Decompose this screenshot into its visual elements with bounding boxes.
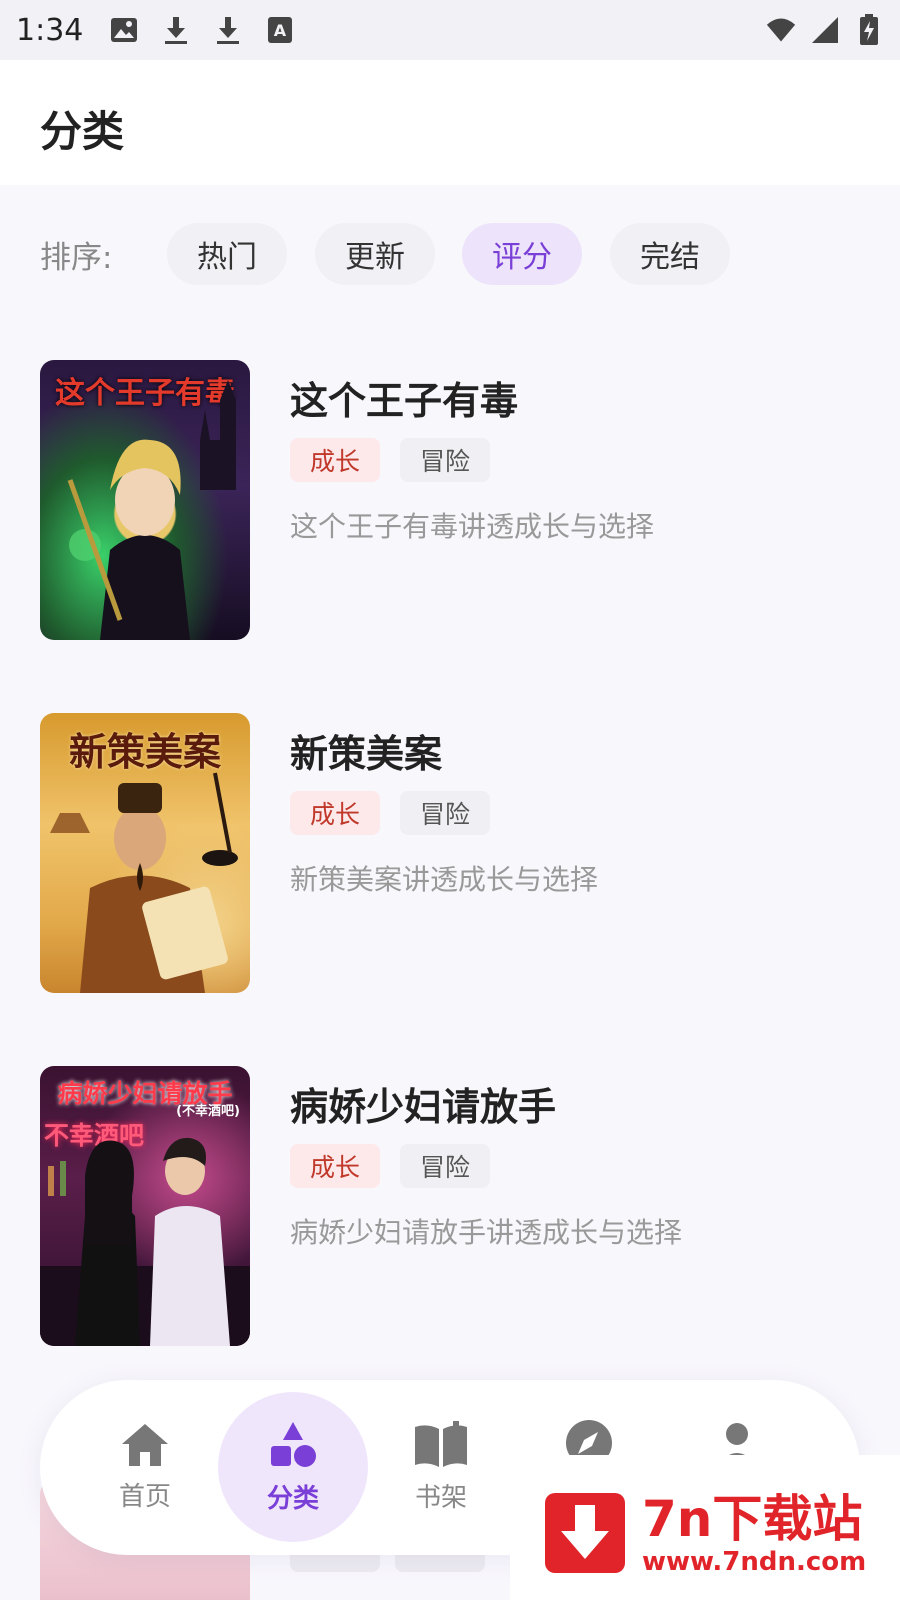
book-cover[interactable]: 新策美案 (40, 713, 250, 993)
sort-option-updated[interactable]: 更新 (315, 223, 435, 285)
tag-growth[interactable]: 成长 (290, 791, 381, 835)
notification-icons: A (109, 15, 295, 45)
nav-label: 书架 (414, 1483, 467, 1513)
tag-growth[interactable]: 成长 (290, 1144, 381, 1188)
nav-label: 首页 (118, 1482, 171, 1512)
book-title[interactable]: 病娇少妇请放手 (290, 1076, 556, 1131)
book-item[interactable]: 新策美案 新策美案 成长 冒险 新策美案讲透成长与选择 (40, 713, 860, 993)
category-icon (271, 1422, 316, 1467)
status-bar: 1:34 A (0, 0, 900, 60)
cover-illustration (67, 380, 236, 640)
watermark-logo (545, 1493, 625, 1573)
watermark-name: 7n下载站 (642, 1490, 863, 1548)
book-cover[interactable]: 这个王子有毒 (40, 360, 250, 640)
book-cover[interactable]: 病娇少妇请放手 (不幸酒吧) 不幸酒吧 (40, 1066, 250, 1346)
watermark-url: www.7ndn.com (642, 1547, 867, 1577)
book-tags: 成长 冒险 (290, 1144, 491, 1188)
status-time: 1:34 (16, 12, 84, 48)
book-tags: 成长 冒险 (290, 438, 491, 482)
bookshelf-icon (415, 1421, 467, 1467)
wifi-icon (766, 15, 796, 45)
tag-adventure[interactable]: 冒险 (400, 438, 491, 482)
signal-icon (810, 15, 840, 45)
sort-option-hot[interactable]: 热门 (167, 223, 287, 285)
book-item[interactable]: 这个王子有毒 这个王子有毒 成长 冒险 这个王子有毒讲透成长与选择 (40, 360, 860, 640)
watermark: 7n下载站 www.7ndn.com (510, 1455, 900, 1600)
book-description: 病娇少妇请放手讲透成长与选择 (290, 1216, 683, 1249)
cover-illustration (40, 1137, 250, 1346)
nav-home[interactable]: 首页 (70, 1380, 220, 1555)
sort-option-completed[interactable]: 完结 (610, 223, 730, 285)
svg-text:A: A (274, 21, 287, 40)
cover-illustration (50, 772, 238, 993)
download-icon (161, 15, 191, 45)
book-description: 这个王子有毒讲透成长与选择 (290, 510, 655, 543)
font-icon: A (265, 15, 295, 45)
home-icon (122, 1424, 168, 1466)
book-item[interactable]: 病娇少妇请放手 (不幸酒吧) 不幸酒吧 病娇少妇请放手 成长 冒险 病娇少妇请放… (40, 1066, 860, 1346)
battery-charging-icon (854, 14, 884, 45)
image-icon (109, 15, 139, 45)
nav-bookshelf[interactable]: 书架 (366, 1380, 516, 1555)
page-title: 分类 (40, 107, 125, 156)
book-title[interactable]: 这个王子有毒 (290, 370, 518, 425)
sort-bar: 排序: 热门 更新 评分 完结 (0, 222, 900, 286)
sort-label: 排序: (40, 239, 113, 276)
download-arrow-icon (561, 1505, 609, 1559)
book-tags: 成长 冒险 (290, 791, 491, 835)
download-icon (213, 15, 243, 45)
tag-adventure[interactable]: 冒险 (400, 1144, 491, 1188)
sort-option-rating[interactable]: 评分 (462, 223, 582, 285)
nav-category[interactable]: 分类 (218, 1380, 368, 1555)
tag-adventure[interactable]: 冒险 (400, 791, 491, 835)
nav-label: 分类 (266, 1484, 319, 1514)
tag-growth[interactable]: 成长 (290, 438, 381, 482)
book-description: 新策美案讲透成长与选择 (290, 863, 599, 896)
header: 分类 (0, 60, 900, 185)
book-title[interactable]: 新策美案 (290, 723, 442, 778)
system-icons (766, 14, 884, 45)
